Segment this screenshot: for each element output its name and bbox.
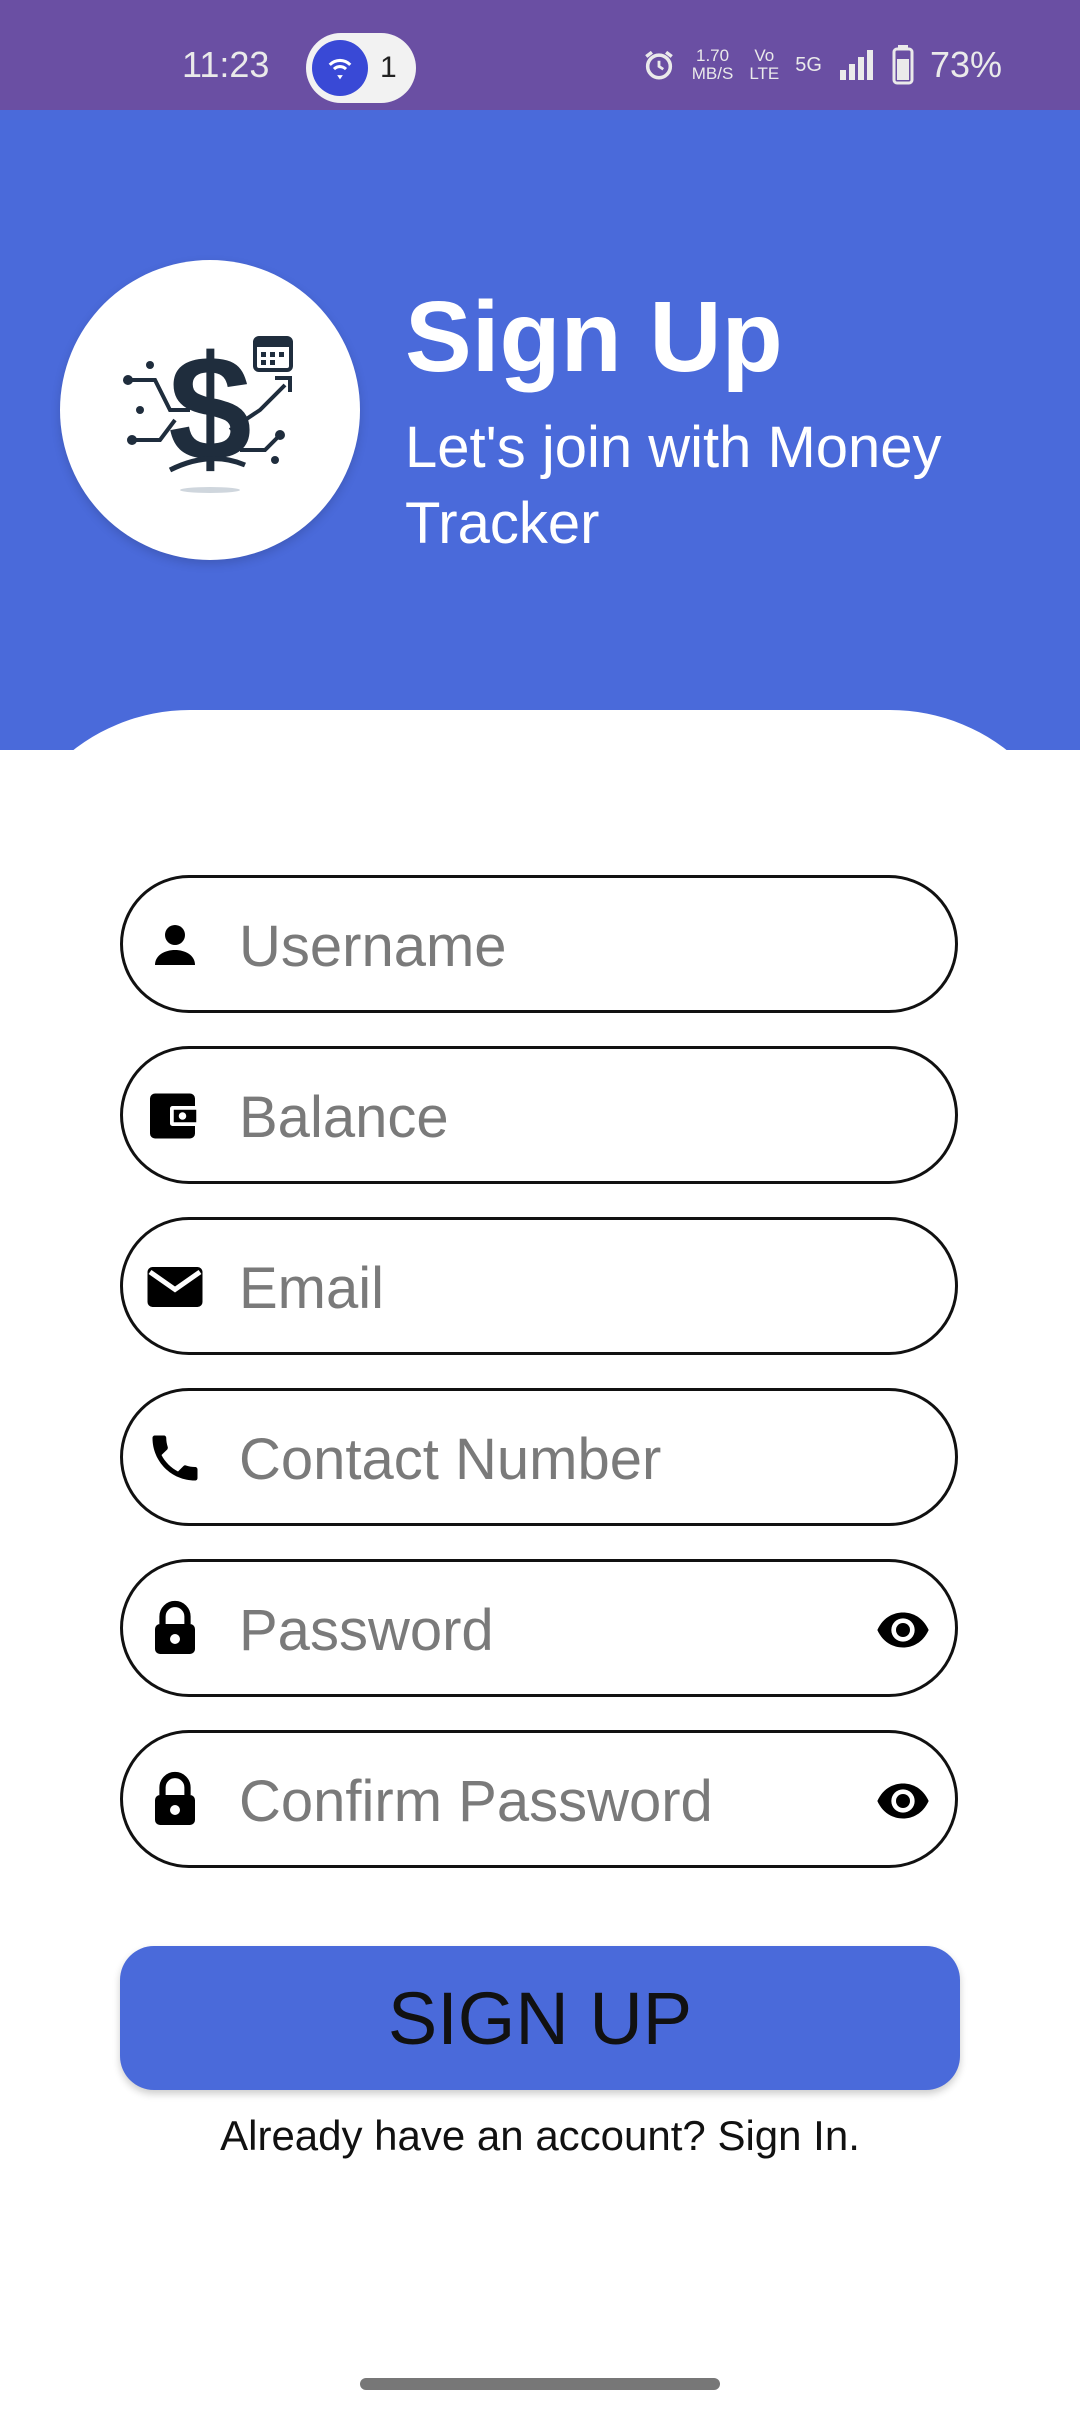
password-field[interactable] [120,1559,958,1697]
volte-top: Vo [754,46,775,65]
page-subtitle: Let's join with Money Tracker [405,415,942,556]
status-time: 11:23 [182,44,270,85]
person-icon [155,925,195,965]
hotspot-icon [312,40,368,96]
lock-icon [155,1771,195,1825]
contact-number-input[interactable] [237,1421,801,1497]
username-input[interactable] [237,908,801,984]
confirm-password-field[interactable] [120,1730,958,1868]
email-field[interactable] [120,1217,958,1355]
lock-icon [155,1600,195,1654]
mail-icon [147,1267,203,1307]
status-icons: 1.70 MB/S Vo LTE 5G 73% [642,44,1002,86]
confirm-password-input[interactable] [237,1763,801,1839]
phone-icon [152,1435,198,1481]
app-logo: $ [60,260,360,560]
status-bar: 11:23 1 1.70 MB/S Vo LTE 5G 73% [0,0,1080,110]
username-field[interactable] [120,875,958,1013]
volte-indicator: Vo LTE [749,47,779,83]
sign-in-link[interactable]: Already have an account? Sign In. [0,2112,1080,2160]
page-title: Sign Up [405,281,783,393]
volte-bottom: LTE [749,64,780,83]
hotspot-indicator[interactable]: 1 [306,33,416,103]
balance-field[interactable] [120,1046,958,1184]
wallet-icon [150,1093,200,1139]
signal-icon [839,50,873,80]
alarm-icon [644,50,673,80]
sign-up-button[interactable]: SIGN UP [120,1946,960,2090]
contact-number-field[interactable] [120,1388,958,1526]
email-input[interactable] [237,1250,801,1326]
battery-icon [892,45,914,85]
balance-input[interactable] [237,1079,801,1155]
header: $ Sign Up Let's join with Money Tracker [0,110,1080,750]
network-type: 5G [795,54,822,76]
show-password-eye-icon[interactable] [873,1602,933,1658]
speed-value: 1.70 [696,46,730,65]
speed-unit: MB/S [691,64,734,83]
network-speed: 1.70 MB/S [692,47,734,83]
battery-percent: 73% [929,44,1002,85]
password-input[interactable] [237,1592,801,1668]
money-tracker-logo-icon: $ [123,324,293,493]
home-indicator[interactable] [360,2378,720,2390]
hotspot-count: 1 [380,51,397,84]
show-confirm-password-eye-icon[interactable] [873,1773,933,1829]
